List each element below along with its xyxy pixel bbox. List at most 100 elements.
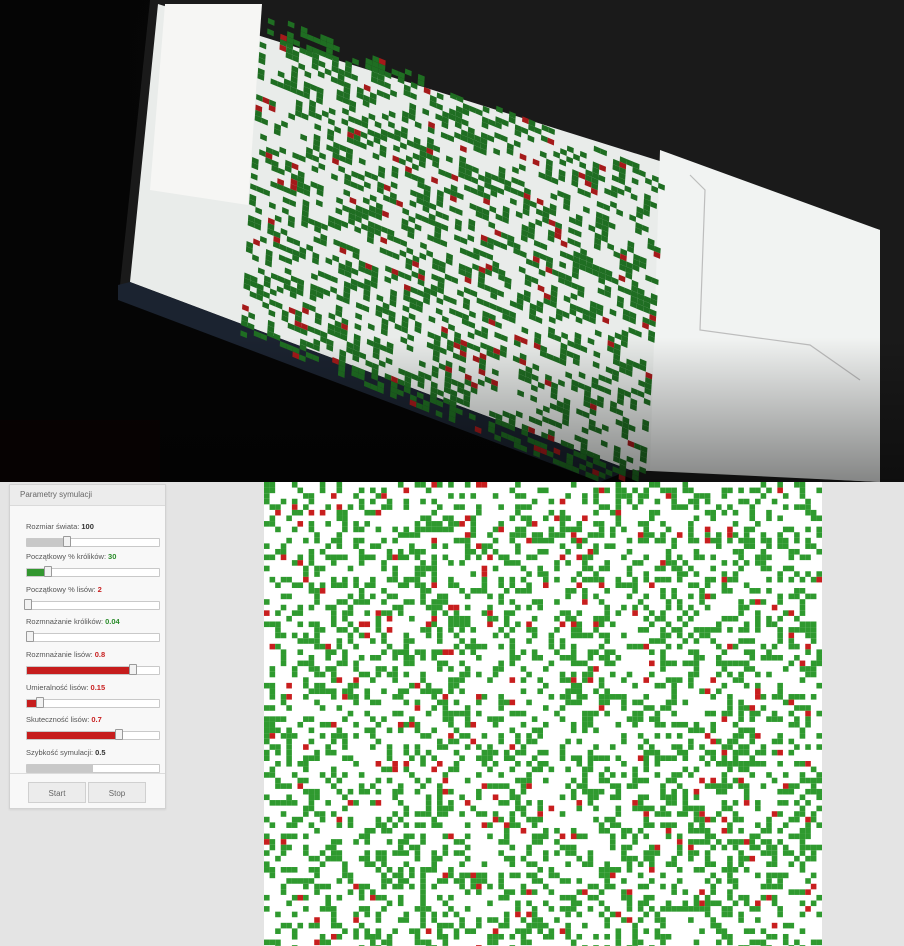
rabbit-cell xyxy=(342,872,348,879)
start-button[interactable]: Start xyxy=(28,782,86,803)
slider-thumb[interactable] xyxy=(44,566,53,577)
fox-cell xyxy=(347,800,354,806)
rabbit-cell xyxy=(738,710,744,717)
fox-cell xyxy=(470,738,477,745)
rabbit-breeding-slider[interactable] xyxy=(25,631,160,642)
rabbit-cell xyxy=(537,571,543,577)
rabbit-cell xyxy=(732,755,739,761)
rabbit-cell xyxy=(297,638,304,644)
rabbit-cell xyxy=(554,839,560,845)
rabbit-cell xyxy=(570,526,577,533)
slider-thumb[interactable] xyxy=(115,729,124,740)
rabbit-cell xyxy=(721,710,728,717)
rabbit-cell xyxy=(520,811,527,817)
initial-foxes-slider[interactable] xyxy=(24,599,160,610)
rabbit-cell xyxy=(554,615,560,622)
fox-breeding-slider[interactable] xyxy=(26,664,160,675)
rabbit-cell xyxy=(738,855,744,862)
rabbit-cell xyxy=(782,610,789,616)
rabbit-cell xyxy=(403,917,410,923)
rabbit-cell xyxy=(459,917,465,923)
fox-cell xyxy=(425,928,432,934)
rabbit-cell xyxy=(543,855,549,862)
rabbit-cell xyxy=(269,727,276,734)
rabbit-cell xyxy=(280,498,287,505)
rabbit-cell xyxy=(621,582,627,589)
rabbit-cell xyxy=(436,794,443,801)
rabbit-cell xyxy=(303,493,309,499)
slider-thumb[interactable] xyxy=(24,599,33,610)
slider-thumb[interactable] xyxy=(128,664,137,675)
rabbit-cell xyxy=(420,526,426,533)
rabbit-cell xyxy=(582,833,588,840)
rabbit-cell xyxy=(492,933,499,940)
fox-cell xyxy=(755,599,761,605)
rabbit-cell xyxy=(755,487,761,494)
rabbit-cell xyxy=(420,883,426,890)
rabbit-cell xyxy=(548,638,555,644)
rabbit-cell xyxy=(303,894,309,901)
initial-rabbits-slider[interactable] xyxy=(26,566,160,577)
rabbit-cell xyxy=(805,498,811,505)
rabbit-cell xyxy=(794,694,800,700)
rabbit-cell xyxy=(370,744,376,750)
slider-thumb[interactable] xyxy=(36,697,45,708)
rabbit-cell xyxy=(515,588,521,594)
rabbit-cell xyxy=(537,928,543,934)
rabbit-cell xyxy=(565,610,571,616)
rabbit-cell xyxy=(526,738,532,745)
rabbit-cell xyxy=(721,777,728,784)
rabbit-cell xyxy=(347,822,354,828)
rabbit-cell xyxy=(604,917,610,923)
rabbit-cell xyxy=(671,889,677,895)
rabbit-cell xyxy=(743,682,750,689)
rabbit-cell xyxy=(353,761,359,767)
fox-efficiency-slider[interactable] xyxy=(26,729,160,740)
rabbit-cell xyxy=(543,548,549,555)
rabbit-cell xyxy=(615,694,622,700)
world-size-slider[interactable] xyxy=(26,536,160,547)
rabbit-cell xyxy=(342,610,348,616)
rabbit-cell xyxy=(637,872,644,879)
rabbit-cell xyxy=(353,576,359,583)
rabbit-cell xyxy=(654,755,661,761)
rabbit-cell xyxy=(660,487,666,494)
rabbit-cell xyxy=(414,565,421,572)
rabbit-cell xyxy=(799,733,806,739)
rabbit-cell xyxy=(738,604,744,611)
rabbit-cell xyxy=(403,671,410,678)
rabbit-cell xyxy=(448,867,454,873)
rabbit-cell xyxy=(760,749,767,756)
rabbit-cell xyxy=(727,504,733,510)
rabbit-cell xyxy=(498,733,504,739)
rabbit-cell xyxy=(381,883,387,890)
fox-cell xyxy=(743,800,750,806)
rabbit-cell xyxy=(604,933,610,940)
slider-thumb[interactable] xyxy=(62,536,71,547)
rabbit-cell xyxy=(381,688,387,695)
rabbit-cell xyxy=(738,537,744,544)
rabbit-cell xyxy=(626,906,633,912)
rabbit-cell xyxy=(587,761,594,767)
rabbit-cell xyxy=(358,548,365,555)
rabbit-cell xyxy=(609,671,616,678)
rabbit-cell xyxy=(727,487,733,494)
simulation-speed-slider[interactable] xyxy=(26,764,160,773)
rabbit-cell xyxy=(319,688,326,695)
slider-thumb[interactable] xyxy=(25,631,34,642)
fox-cell xyxy=(459,521,465,527)
rabbit-cell xyxy=(799,599,806,605)
rabbit-cell xyxy=(520,710,527,717)
fox-cell xyxy=(576,554,583,561)
rabbit-cell xyxy=(297,761,304,767)
fox-cell xyxy=(615,509,622,516)
rabbit-cell xyxy=(515,928,521,934)
rabbit-cell xyxy=(587,654,594,661)
rabbit-cell xyxy=(280,867,287,873)
rabbit-cell xyxy=(436,855,443,862)
fox-mortality-slider[interactable] xyxy=(26,697,160,708)
rabbit-cell xyxy=(704,498,711,505)
stop-button[interactable]: Stop xyxy=(88,782,146,803)
fox-cell xyxy=(699,777,705,784)
rabbit-cell xyxy=(397,548,404,555)
